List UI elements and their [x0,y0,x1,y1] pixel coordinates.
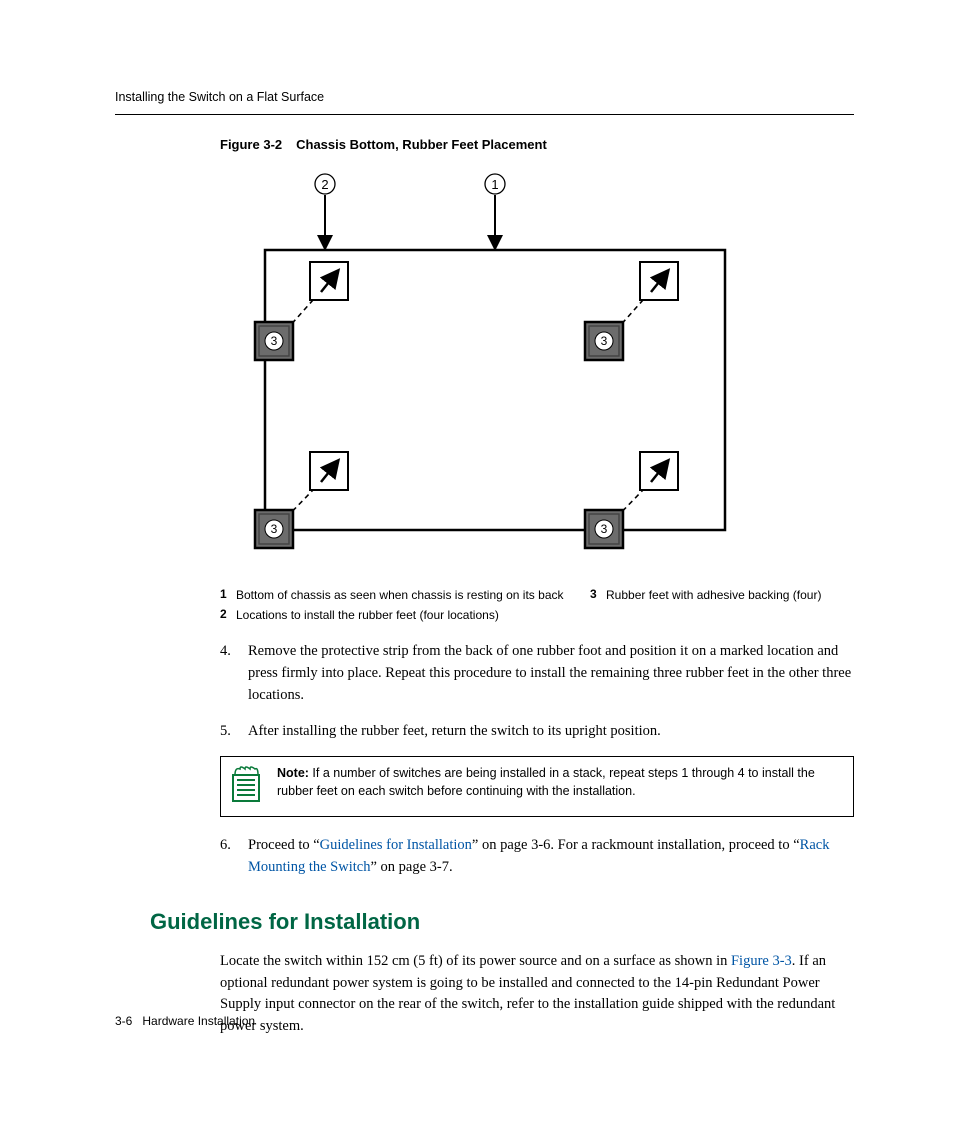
legend-item: 3 Rubber feet with adhesive backing (fou… [590,587,870,603]
callout-1: 1 [491,177,498,192]
figure-label: Figure 3-2 [220,137,282,152]
svg-text:3: 3 [270,334,277,348]
note-icon [231,765,263,808]
figure-caption: Figure 3-2 Chassis Bottom, Rubber Feet Pl… [220,137,854,152]
svg-text:3: 3 [600,522,607,536]
rubber-foot-icon: 3 [585,510,623,548]
rubber-foot-icon: 3 [585,322,623,360]
rubber-foot-icon: 3 [255,322,293,360]
svg-text:3: 3 [600,334,607,348]
guidelines-paragraph: Locate the switch within 152 cm (5 ft) o… [220,951,854,1038]
note-text: Note: If a number of switches are being … [277,765,843,808]
link-guidelines[interactable]: Guidelines for Installation [320,837,472,853]
section-header: Installing the Switch on a Flat Surface [115,90,854,115]
step-5: 5. After installing the rubber feet, ret… [220,721,854,743]
rubber-foot-icon: 3 [255,510,293,548]
page-footer: 3-6 Hardware Installation [115,1014,255,1028]
figure-diagram: 2 1 [115,162,854,567]
callout-2: 2 [321,177,328,192]
note-box: Note: If a number of switches are being … [220,756,854,817]
figure-legend: 1 Bottom of chassis as seen when chassis… [220,587,854,623]
legend-item: 2 Locations to install the rubber feet (… [220,607,570,623]
figure-title: Chassis Bottom, Rubber Feet Placement [296,137,547,152]
link-figure-3-3[interactable]: Figure 3-3 [731,953,792,969]
heading-guidelines: Guidelines for Installation [150,909,854,935]
step-6: 6. Proceed to “Guidelines for Installati… [220,835,854,879]
svg-text:3: 3 [270,522,277,536]
legend-item: 1 Bottom of chassis as seen when chassis… [220,587,570,603]
step-4: 4. Remove the protective strip from the … [220,641,854,706]
